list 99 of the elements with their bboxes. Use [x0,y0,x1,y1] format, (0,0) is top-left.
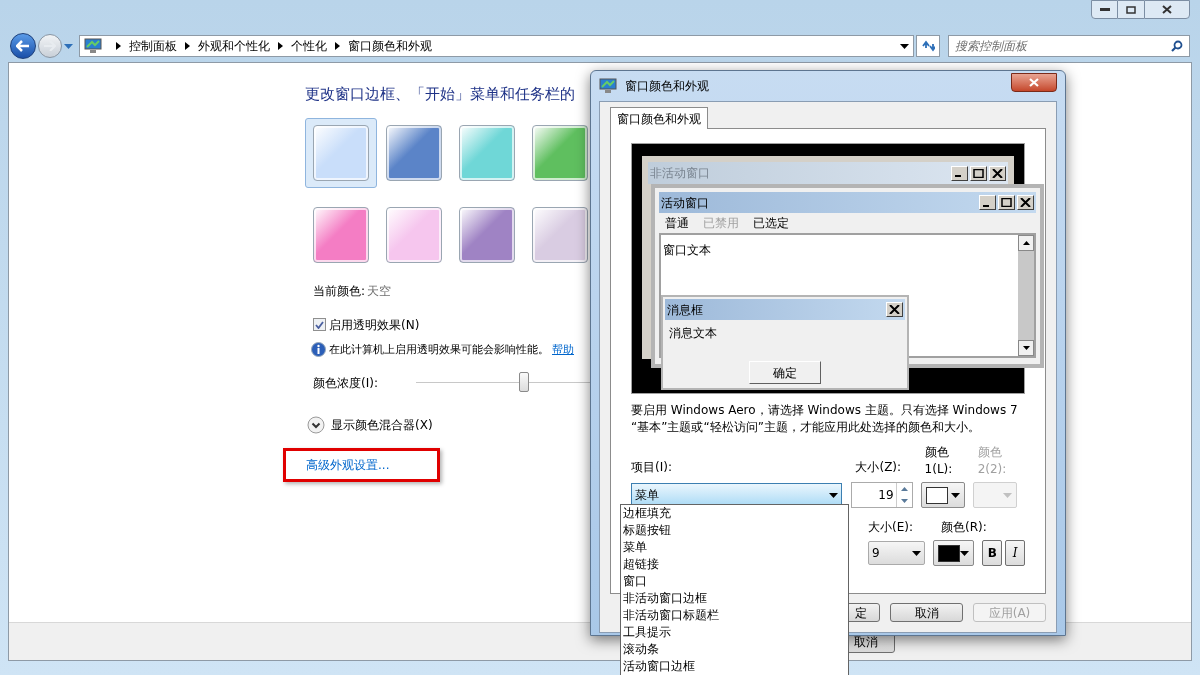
help-link[interactable]: 帮助 [552,341,574,358]
font-size-dropdown[interactable]: 9 [868,541,926,565]
current-color-label: 当前颜色: [313,282,366,300]
chevron-icon[interactable] [277,42,283,50]
item-label: 项目(I): [631,459,673,476]
close-icon [889,305,900,314]
chevron-icon[interactable] [334,42,340,50]
spinner-value: 19 [877,487,895,504]
caret-icon [950,492,960,498]
window-title: 非活动窗口 [650,165,710,182]
forward-arrow-icon [43,41,56,51]
scroll-up-button[interactable] [1018,235,1034,251]
expand-icon[interactable] [307,416,325,434]
dropdown-option[interactable]: 边框填充 [623,505,846,522]
dropdown-option[interactable]: 超链接 [623,556,846,573]
color-label: 颜色(R): [941,519,987,536]
message-text: 消息文本 [668,325,718,342]
minimize-button[interactable] [1091,0,1118,19]
scroll-down-button[interactable] [1018,340,1034,356]
search-input[interactable]: 搜索控制面板 [955,37,1171,55]
menu-item[interactable]: 已选定 [753,214,789,232]
transparency-checkbox[interactable] [313,318,326,331]
dropdown-option[interactable]: 菜单 [623,539,846,556]
scrollbar[interactable] [1018,235,1034,356]
search-icon [1171,40,1183,52]
tab[interactable]: 窗口颜色和外观 [610,107,708,129]
history-dropdown[interactable] [63,43,73,49]
close-button[interactable] [1011,72,1057,92]
dropdown-option[interactable]: 活动窗口边框 [623,658,846,675]
message-title: 消息框 [667,301,703,319]
minimize-icon [1099,7,1110,12]
slider-thumb[interactable] [519,372,529,392]
close-icon [992,168,1003,178]
info-text: 在此计算机上启用透明效果可能会影响性能。 [329,341,549,358]
address-bar[interactable]: 控制面板 外观和个性化 个性化 窗口颜色和外观 [78,35,915,57]
close-button[interactable] [1144,0,1190,19]
back-button[interactable] [10,33,36,59]
caret-icon [912,550,922,556]
color-picker[interactable] [933,540,975,566]
down-arrow-icon [1022,346,1030,350]
dropdown-option[interactable]: 工具提示 [623,624,846,641]
advanced-settings-link[interactable]: 高级外观设置... [306,456,390,474]
ok-button[interactable]: 确定 [749,361,821,384]
dialog-title: 窗口颜色和外观 [625,78,709,95]
bold-button[interactable]: B [982,540,1003,566]
monitor-icon [599,78,617,94]
info-icon [311,342,326,358]
dropdown-option[interactable]: 非活动窗口标题栏 [623,607,846,624]
chevron-icon[interactable] [115,42,121,50]
caret-icon [900,43,910,49]
close-icon [1029,77,1039,87]
color-label: 颜色 2(2): [977,444,1008,478]
caret-icon [1003,492,1012,498]
dropdown-option[interactable]: 滚动条 [623,641,846,658]
caret-icon [63,43,73,49]
dropdown-value: 菜单 [635,487,659,504]
window-title: 活动窗口 [661,194,709,212]
maximize-icon [1001,198,1012,207]
up-arrow-icon [1022,241,1030,245]
caret-icon [960,550,970,556]
note-text: 要启用 Windows Aero，请选择 Windows 主题。只有选择 Windows 7 “基本”主题或“轻松访问”主题，才能应用此处选择的颜色和大小。 [631,402,1019,436]
current-color-value: 天空 [367,282,392,300]
intensity-label: 颜色浓度(I): [313,375,379,392]
color-tile[interactable] [305,117,377,188]
back-arrow-icon [16,40,30,52]
window-text: 窗口文本 [663,243,711,257]
breadcrumb-item[interactable]: 个性化 [290,37,327,55]
dropdown-value: 9 [872,545,880,562]
breadcrumb-item[interactable]: 外观和个性化 [197,37,270,55]
dropdown-option[interactable]: 非活动窗口边框 [623,590,846,607]
color-swatch [938,544,961,562]
refresh-icon [921,40,936,52]
maximize-icon [973,168,984,178]
close-icon [1162,5,1172,14]
page-heading: 更改窗口边框、「开始」菜单和任务栏的 [305,84,575,105]
minimize-icon [955,175,961,177]
maximize-icon [1126,5,1136,14]
color-swatch [925,486,948,504]
search-field[interactable]: 搜索控制面板 [948,35,1190,57]
color-label: 颜色 1(L): [924,444,954,478]
menu-item[interactable]: 普通 [665,214,689,232]
caret-icon [829,492,839,498]
close-icon [1020,198,1031,207]
checkbox-label: 启用透明效果(N) [329,316,420,334]
size-spinner[interactable]: 19 [851,482,913,508]
chevron-icon[interactable] [184,42,190,50]
italic-button[interactable]: I [1005,540,1025,566]
breadcrumb-item[interactable]: 窗口颜色和外观 [347,37,432,55]
size-label: 大小(Z): [855,459,903,476]
dialog-button[interactable]: 取消 [890,603,963,622]
dropdown-option[interactable]: 标题按钮 [623,522,846,539]
dropdown-option[interactable]: 窗口 [623,573,846,590]
refresh-button[interactable] [916,35,941,57]
minimize-icon [983,204,989,207]
size-label: 大小(E): [868,519,914,536]
breadcrumb-item[interactable]: 控制面板 [128,37,177,55]
mixer-label: 显示颜色混合器(X) [331,417,433,434]
color-picker[interactable] [920,482,965,508]
monitor-icon [83,38,102,54]
